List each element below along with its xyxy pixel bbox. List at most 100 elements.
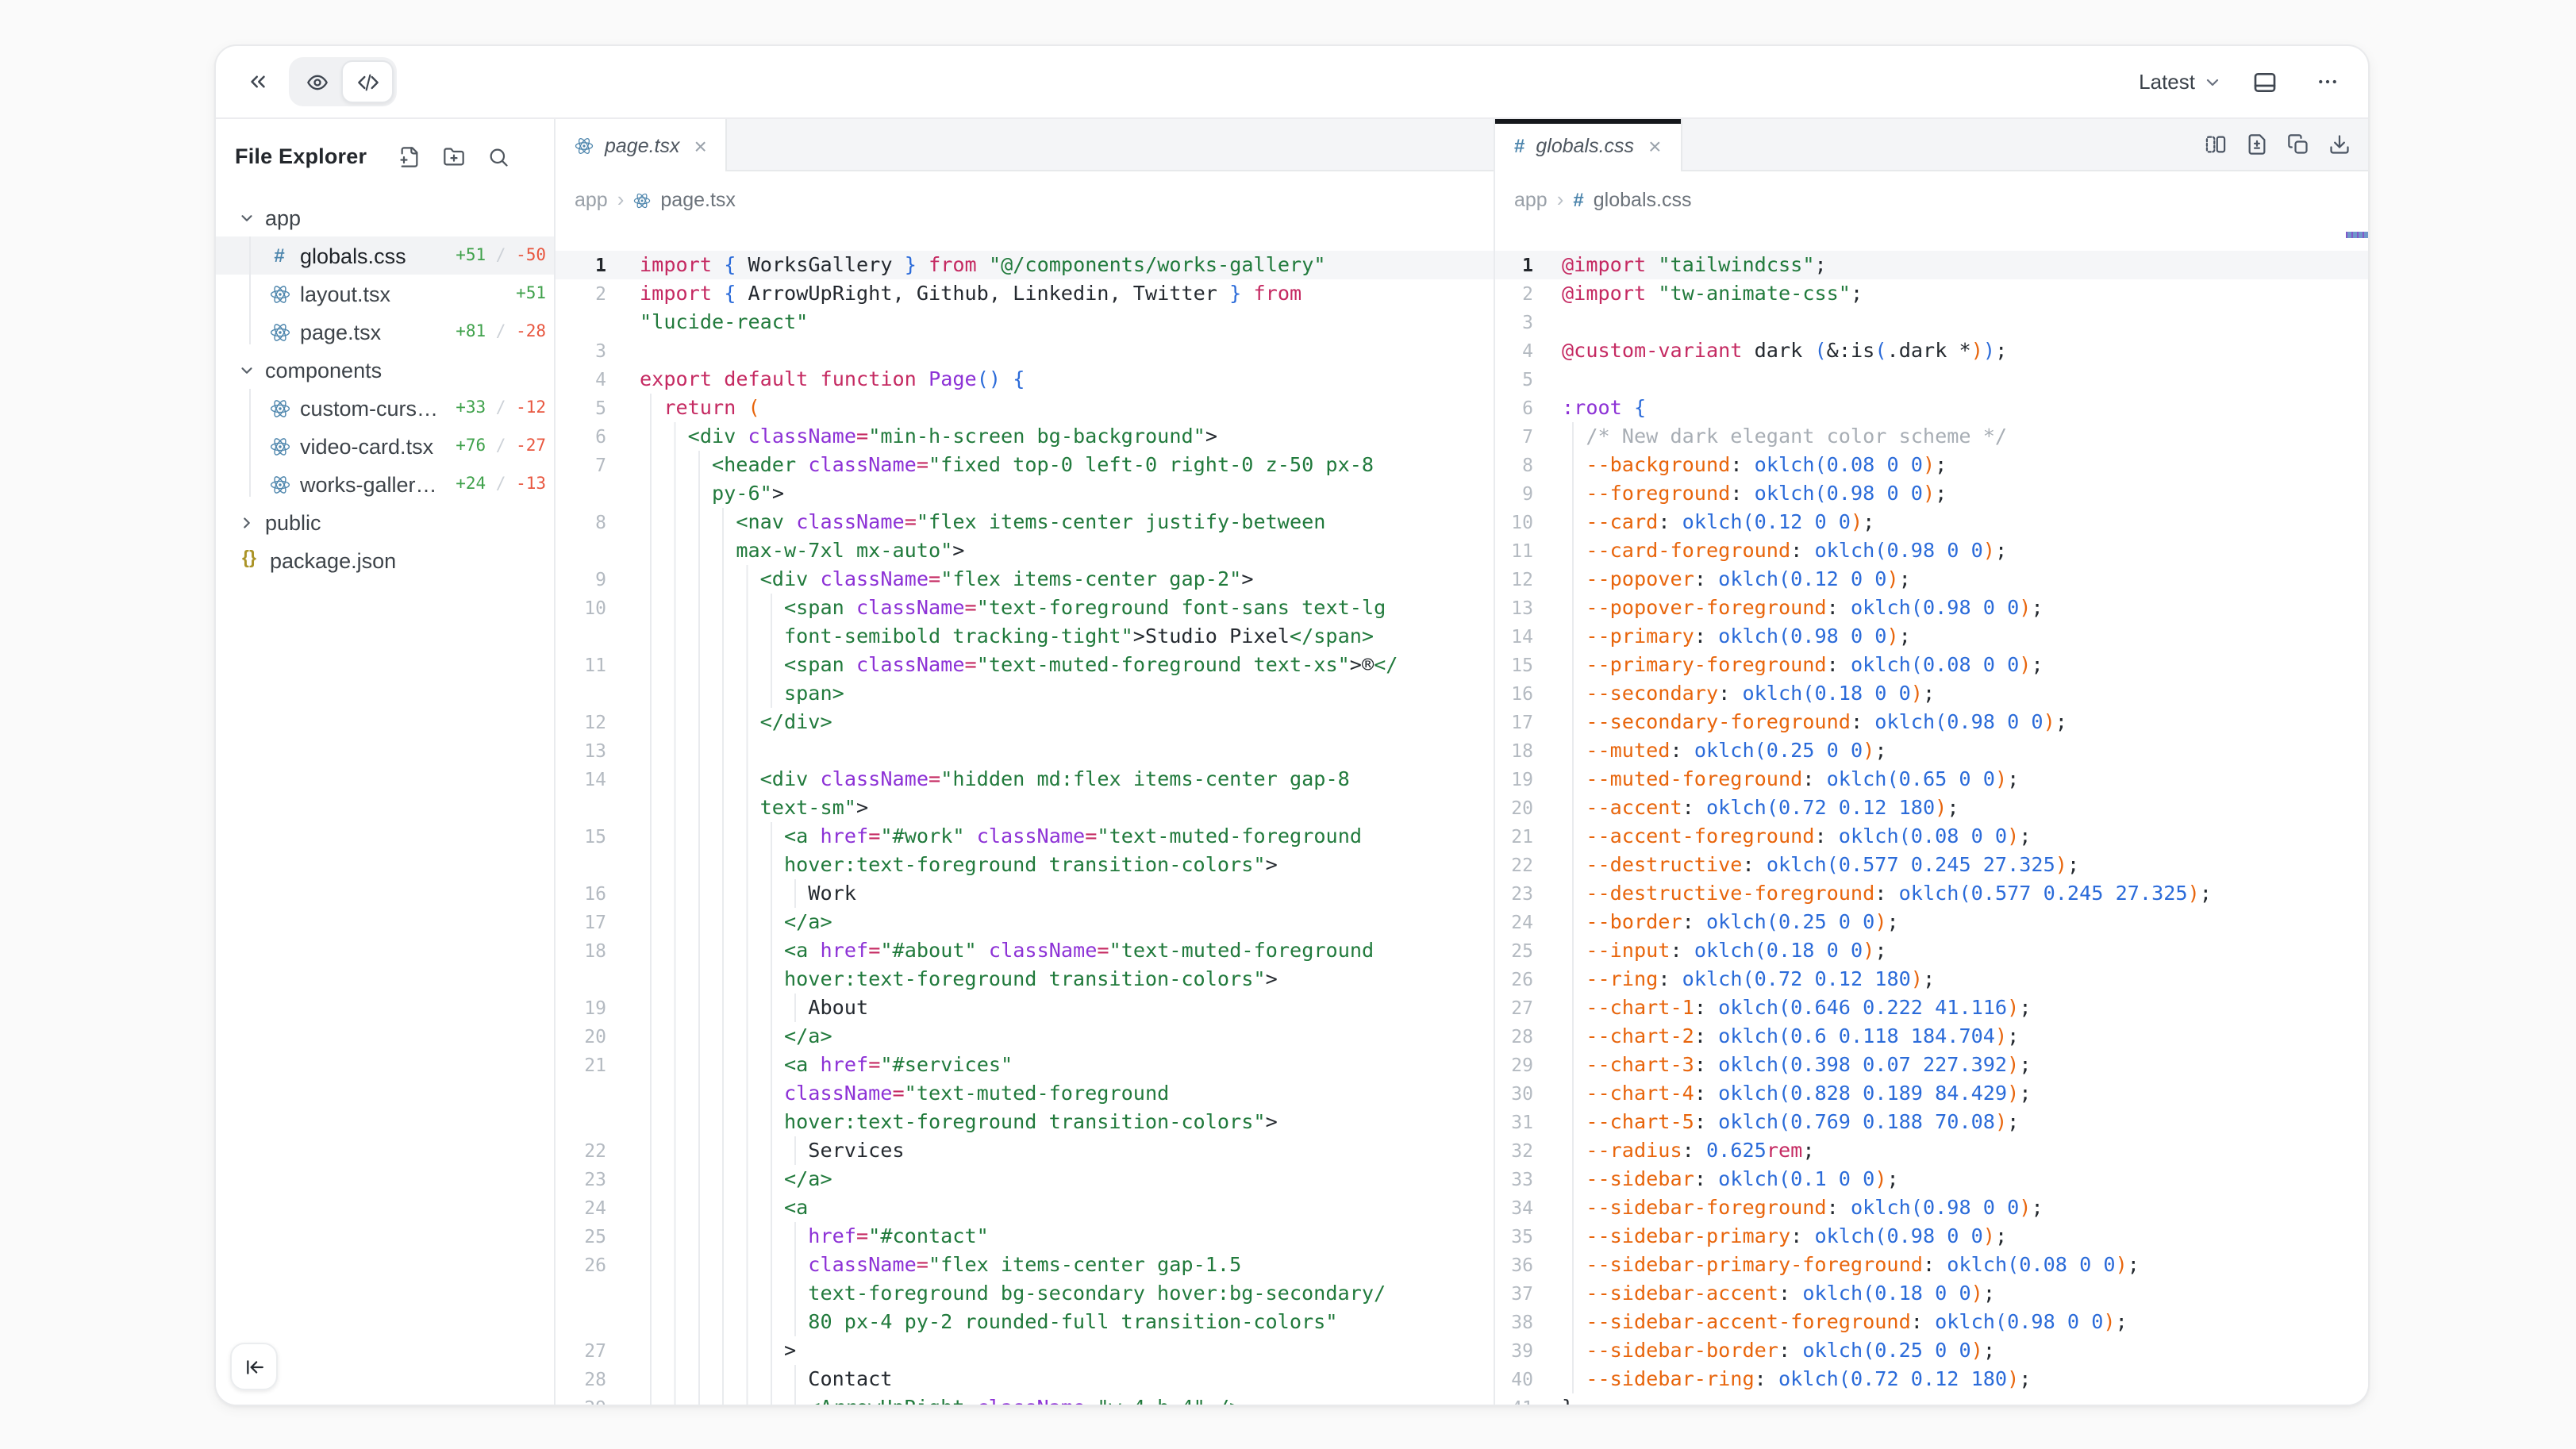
indent-guides [640,708,760,736]
indent-guides [640,594,784,622]
code-row: 25href="#contact" [556,1222,1494,1251]
sidebar-item-video-card.tsx[interactable]: video-card.tsx+76 / -27 [216,427,554,465]
line-number: 40 [1495,1365,1533,1393]
sidebar-item-works-galler-[interactable]: works-galler…+24 / -13 [216,465,554,503]
sidebar-item-layout.tsx[interactable]: layout.tsx+51 [216,275,554,313]
close-tab-button[interactable]: × [1648,134,1661,156]
line-number: 12 [556,708,606,736]
indent-guides [640,1393,808,1405]
close-tab-button[interactable]: × [694,134,707,156]
file-label: page.tsx [300,320,381,344]
sidebar-item-public[interactable]: public [216,503,554,541]
code-row: font-semibold tracking-tight">Studio Pix… [556,622,1494,651]
line-number: 17 [556,908,606,936]
indent-guides [640,908,784,936]
code-row: 1@import "tailwindcss"; [1495,251,2370,279]
code-row: 11<span className="text-muted-foreground… [556,651,1494,679]
sidebar-item-custom-curs-[interactable]: custom-curs…+33 / -12 [216,389,554,427]
indent-guides [640,965,784,994]
more-options-button[interactable] [2308,63,2346,101]
line-number: 3 [1495,308,1533,336]
line-number: 25 [1495,936,1533,965]
file-explorer-title: File Explorer [235,144,367,168]
code-row: 38--sidebar-accent-foreground: oklch(0.9… [1495,1308,2370,1336]
diff-badge: +33 / -12 [456,398,554,417]
code-toggle-button[interactable] [341,60,394,103]
search-files-button[interactable] [487,145,509,167]
code-row: "lucide-react" [556,308,1494,336]
line-number: 11 [556,651,606,679]
file-explorer-actions [398,145,509,167]
code-row: 21<a href="#services" [556,1051,1494,1079]
code-row: hover:text-foreground transition-colors"… [556,1108,1494,1136]
scroll-position-indicator[interactable] [2346,232,2370,238]
sidebar-item-components[interactable]: components [216,351,554,389]
indent-guides [640,508,736,536]
view-toggle [289,57,397,106]
indent-guides [640,1251,808,1279]
line-number: 21 [1495,822,1533,851]
sidebar-item-page.tsx[interactable]: page.tsx+81 / -28 [216,313,554,351]
panel-layout-button[interactable] [2246,63,2284,101]
code-row: 20--accent: oklch(0.72 0.12 180); [1495,794,2370,822]
react-icon [575,136,594,155]
file-explorer-header: File Explorer [216,119,554,194]
line-number: 6 [1495,394,1533,422]
sidebar-item-package.json[interactable]: {}package.json [216,541,554,579]
line-number: 30 [1495,1079,1533,1108]
line-number [556,851,606,879]
line-number: 34 [1495,1193,1533,1222]
line-number: 14 [556,765,606,794]
code-row: 14<div className="hidden md:flex items-c… [556,765,1494,794]
react-file-icon [268,283,290,304]
line-number: 19 [556,994,606,1022]
download-button[interactable] [2328,133,2351,156]
line-number: 10 [556,594,606,622]
code-editor-window: Latest File Explorer [214,44,2370,1406]
new-file-button[interactable] [398,145,421,167]
code-row: 13--popover-foreground: oklch(0.98 0 0); [1495,594,2370,622]
pane-actions [2205,119,2370,170]
react-icon [633,191,651,209]
code-row: 21--accent-foreground: oklch(0.08 0 0); [1495,822,2370,851]
line-number: 25 [556,1222,606,1251]
search-icon [487,145,509,167]
file-label: package.json [270,548,396,572]
sidebar-item-globals.css[interactable]: #globals.css+51 / -50 [216,236,554,275]
code-icon [356,71,379,93]
sidebar-item-app[interactable]: app [216,198,554,236]
indent-guides [640,851,784,879]
line-number [556,1079,606,1108]
indent-guides [640,1079,784,1108]
code-row: 32--radius: 0.625rem; [1495,1136,2370,1165]
line-number: 2 [556,279,606,308]
indent-guides [640,1308,808,1336]
new-folder-button[interactable] [443,145,465,167]
code-row: 35--sidebar-primary: oklch(0.98 0 0); [1495,1222,2370,1251]
preview-toggle-button[interactable] [292,62,341,102]
tab-page-tsx[interactable]: page.tsx × [556,119,728,171]
split-view-icon [2205,133,2227,156]
file-diff-button[interactable] [2246,133,2268,156]
collapse-panel-button[interactable] [238,63,276,101]
indent-guides [640,422,688,451]
indent-guides [640,1336,784,1365]
line-number: 1 [556,251,606,279]
diff-badge: +51 [516,284,554,303]
editor-pane-page-tsx: page.tsx × app › page.tsx 1import { Work… [554,119,1494,1405]
folder-plus-icon [443,145,465,167]
line-number: 5 [556,394,606,422]
split-view-button[interactable] [2205,133,2227,156]
code-row: 20</a> [556,1022,1494,1051]
top-toolbar: Latest [216,46,2368,119]
file-label: video-card.tsx [300,434,433,458]
collapse-sidebar-button[interactable] [230,1343,278,1390]
copy-button[interactable] [2287,133,2309,156]
tab-globals-css[interactable]: # globals.css × [1495,119,1682,171]
line-number [556,1279,606,1308]
tab-label: globals.css [1536,134,1634,156]
code-row: 39--sidebar-border: oklch(0.25 0 0); [1495,1336,2370,1365]
line-number: 6 [556,422,606,451]
code-row: 19--muted-foreground: oklch(0.65 0 0); [1495,765,2370,794]
version-dropdown[interactable]: Latest [2139,70,2222,94]
